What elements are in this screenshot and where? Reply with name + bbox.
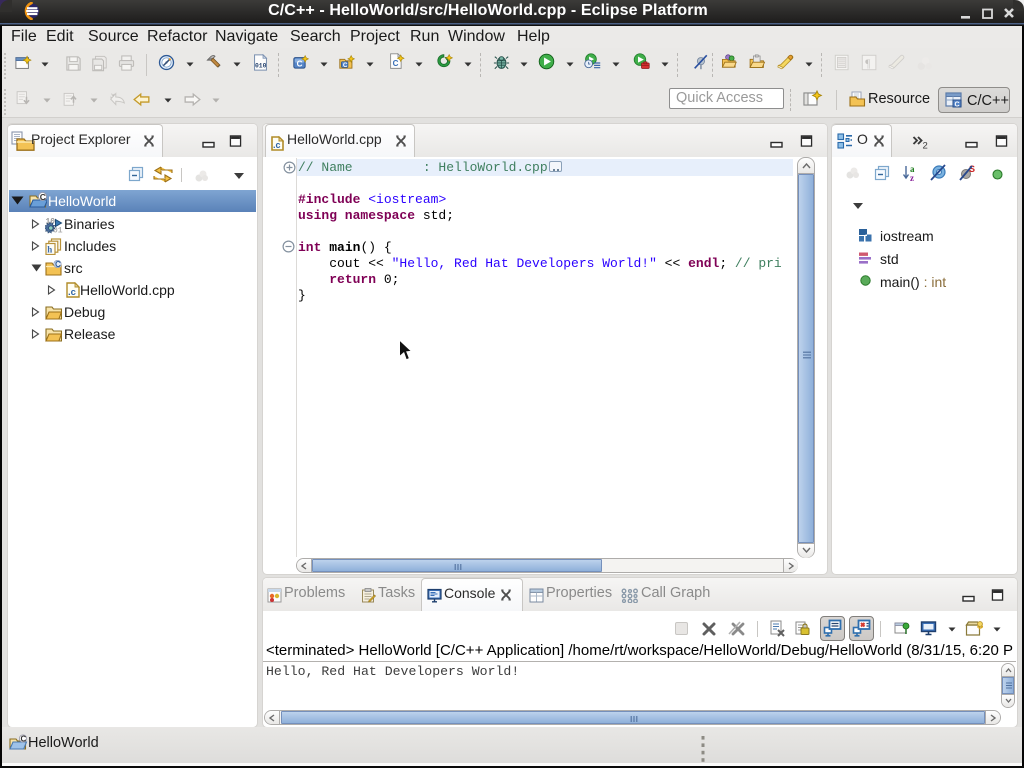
svg-text:C: C bbox=[343, 62, 348, 69]
svg-text:2: 2 bbox=[923, 141, 928, 150]
svg-text:¶: ¶ bbox=[865, 58, 870, 70]
svg-text:.c: .c bbox=[273, 140, 281, 150]
svg-text:C: C bbox=[55, 260, 61, 269]
svg-text:.c: .c bbox=[68, 287, 76, 298]
svg-text:010: 010 bbox=[255, 63, 267, 70]
svg-text:C: C bbox=[955, 102, 960, 109]
svg-text:C: C bbox=[393, 59, 399, 68]
svg-text:z: z bbox=[910, 173, 914, 182]
svg-text:C: C bbox=[21, 735, 27, 744]
svg-text:C: C bbox=[297, 60, 303, 69]
svg-text:01: 01 bbox=[53, 227, 63, 235]
svg-text:C: C bbox=[40, 192, 46, 202]
svg-text:h: h bbox=[47, 245, 52, 255]
